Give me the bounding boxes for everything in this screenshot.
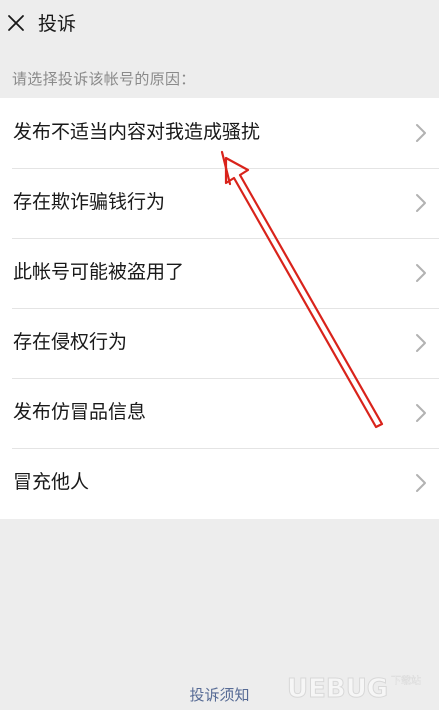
chevron-right-icon: [416, 124, 426, 142]
close-icon: [8, 15, 24, 31]
reason-item-fraud[interactable]: 存在欺诈骗钱行为: [0, 168, 439, 238]
reason-label: 发布不适当内容对我造成骚扰: [13, 121, 261, 143]
chevron-right-icon: [416, 264, 426, 282]
reason-label: 存在侵权行为: [13, 331, 128, 353]
reason-label: 存在欺诈骗钱行为: [13, 191, 166, 213]
section-prompt: 请选择投诉该帐号的原因：: [12, 70, 196, 88]
reason-item-harassment[interactable]: 发布不适当内容对我造成骚扰: [0, 98, 439, 168]
reason-item-impersonation[interactable]: 冒充他人: [0, 448, 439, 518]
chevron-right-icon: [416, 474, 426, 492]
page-title: 投诉: [38, 13, 77, 35]
reason-label: 冒充他人: [13, 471, 90, 493]
reason-list: 发布不适当内容对我造成骚扰 存在欺诈骗钱行为 此帐号可能被盗用了 存在侵权行为 …: [0, 98, 439, 519]
reason-item-counterfeit[interactable]: 发布仿冒品信息: [0, 378, 439, 448]
chevron-right-icon: [416, 334, 426, 352]
watermark-logo: UEBUG 下载站: [287, 674, 422, 705]
reason-item-account-stolen[interactable]: 此帐号可能被盗用了: [0, 238, 439, 308]
top-bar: 投诉: [0, 0, 439, 48]
chevron-right-icon: [416, 404, 426, 422]
reason-label: 发布仿冒品信息: [13, 401, 147, 423]
close-button[interactable]: [0, 0, 34, 48]
chevron-right-icon: [416, 194, 426, 212]
watermark-sub: 下载站: [391, 674, 421, 687]
reason-item-infringement[interactable]: 存在侵权行为: [0, 308, 439, 378]
watermark-brand: UEBUG: [287, 674, 388, 704]
reason-label: 此帐号可能被盗用了: [13, 261, 185, 283]
